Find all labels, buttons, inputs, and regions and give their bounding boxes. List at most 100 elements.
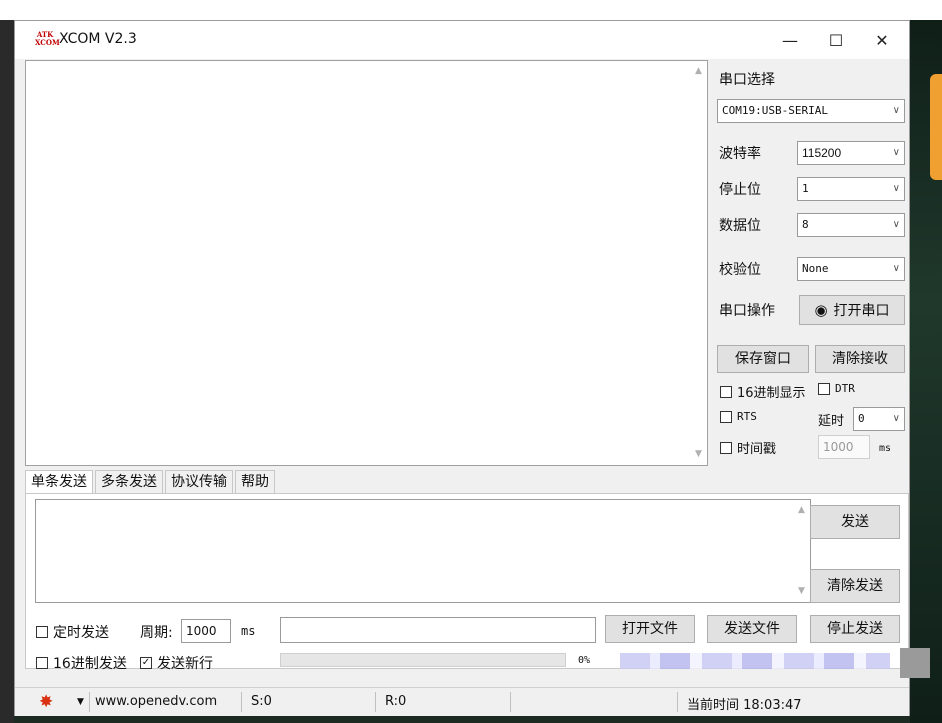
delay-select[interactable]: 0 ∨ <box>853 407 905 431</box>
receive-scrollbar[interactable]: ▲ ▼ <box>690 61 707 465</box>
open-port-button[interactable]: ◉ 打开串口 <box>799 295 905 325</box>
rts-label: RTS <box>737 410 757 423</box>
parity-select-value: None <box>802 262 829 275</box>
send-tabs: 单条发送 多条发送 协议传输 帮助 <box>25 470 277 495</box>
port-select-value: COM19:USB-SERIAL <box>722 104 828 117</box>
hex-send-box[interactable] <box>36 657 48 669</box>
minimize-button[interactable]: — <box>767 21 813 59</box>
close-button[interactable]: ✕ <box>859 21 905 59</box>
tab-single-send[interactable]: 单条发送 <box>25 470 93 495</box>
dtr-label: DTR <box>835 382 855 395</box>
timestamp-box[interactable] <box>720 441 732 454</box>
chevron-down-icon: ∨ <box>892 183 900 194</box>
app-logo-icon: ATK XCOM <box>35 30 60 47</box>
status-bar: ✸ ▼ www.openedv.com S:0 R:0 当前时间 18:03:4… <box>15 687 909 716</box>
tab-protocol[interactable]: 协议传输 <box>165 470 233 493</box>
timestamp-interval-input[interactable]: 1000 <box>818 435 870 459</box>
window-title: XCOM V2.3 <box>59 31 137 47</box>
receive-textarea[interactable]: ▲ ▼ <box>25 60 708 466</box>
rts-checkbox[interactable]: RTS <box>720 410 757 423</box>
period-unit: ms <box>241 624 256 638</box>
clear-receive-button[interactable]: 清除接收 <box>815 345 905 373</box>
scroll-up-icon[interactable]: ▲ <box>690 63 707 80</box>
file-path-input[interactable] <box>280 617 596 643</box>
parity-label: 校验位 <box>719 262 761 278</box>
rts-box[interactable] <box>720 410 732 423</box>
send-button[interactable]: 发送 <box>810 505 900 539</box>
scroll-up-icon[interactable]: ▲ <box>793 502 810 519</box>
timed-send-checkbox[interactable]: 定时发送 <box>36 622 109 642</box>
dropdown-arrow-icon[interactable]: ▼ <box>77 697 84 707</box>
chevron-down-icon: ∨ <box>892 263 900 274</box>
status-separator <box>677 692 678 712</box>
xcom-window: ATK XCOM XCOM V2.3 — ☐ ✕ ▲ ▼ 串口选择 COM19:U… <box>14 20 910 716</box>
databits-label: 数据位 <box>719 218 761 234</box>
hex-send-label: 16进制发送 <box>53 656 127 672</box>
received-count: R:0 <box>385 694 407 709</box>
delay-label: 延时 <box>818 414 845 429</box>
stopbits-select-value: 1 <box>802 182 809 195</box>
clear-send-button[interactable]: 清除发送 <box>810 569 900 603</box>
port-select[interactable]: COM19:USB-SERIAL ∨ <box>717 99 905 123</box>
scroll-down-icon[interactable]: ▼ <box>793 583 810 600</box>
chevron-down-icon: ∨ <box>892 219 900 230</box>
baud-label: 波特率 <box>719 146 761 162</box>
baud-select-value: 115200 <box>802 146 842 160</box>
website-link[interactable]: www.openedv.com <box>95 694 217 709</box>
progress-percent: 0% <box>578 655 591 666</box>
delay-select-value: 0 <box>858 412 865 425</box>
timed-send-box[interactable] <box>36 626 48 638</box>
hex-display-label: 16进制显示 <box>737 386 806 401</box>
timestamp-unit: ms <box>879 443 892 454</box>
baud-select[interactable]: 115200 ∨ <box>797 141 905 165</box>
chevron-down-icon: ∨ <box>892 413 900 424</box>
clock: 当前时间 18:03:47 <box>687 698 802 713</box>
parity-select[interactable]: None ∨ <box>797 257 905 281</box>
hex-send-checkbox[interactable]: 16进制发送 <box>36 653 127 673</box>
dtr-checkbox[interactable]: DTR <box>818 382 855 395</box>
stop-send-button[interactable]: 停止发送 <box>810 615 900 643</box>
send-scrollbar[interactable]: ▲ ▼ <box>793 500 810 602</box>
period-label: 周期: <box>140 625 173 641</box>
hex-display-box[interactable] <box>720 385 732 398</box>
timed-send-label: 定时发送 <box>53 625 109 641</box>
status-separator <box>375 692 376 712</box>
period-input[interactable]: 1000 <box>181 619 231 643</box>
newline-checkbox[interactable]: ✓ 发送新行 <box>140 653 213 673</box>
blurred-overlay <box>620 653 890 669</box>
tab-help[interactable]: 帮助 <box>235 470 275 493</box>
timestamp-checkbox[interactable]: 时间戳 <box>720 438 776 457</box>
port-op-label: 串口操作 <box>719 303 775 319</box>
sent-count: S:0 <box>251 694 272 709</box>
port-select-label: 串口选择 <box>719 72 775 88</box>
save-window-button[interactable]: 保存窗口 <box>717 345 809 373</box>
databits-select-value: 8 <box>802 218 809 231</box>
open-port-button-label: 打开串口 <box>833 303 890 319</box>
chevron-down-icon: ∨ <box>892 147 900 158</box>
stopbits-label: 停止位 <box>719 182 761 198</box>
timestamp-label: 时间戳 <box>737 442 777 457</box>
status-separator <box>510 692 511 712</box>
desktop-top-strip <box>0 0 942 20</box>
side-floating-tab[interactable] <box>930 74 942 180</box>
tab-multi-send[interactable]: 多条发送 <box>95 470 163 493</box>
hex-display-checkbox[interactable]: 16进制显示 <box>720 382 806 401</box>
radio-icon: ◉ <box>814 301 828 319</box>
title-bar[interactable]: ATK XCOM XCOM V2.3 — ☐ ✕ <box>15 21 909 59</box>
gray-overlay-block <box>900 648 930 678</box>
gear-icon[interactable]: ✸ <box>39 692 53 712</box>
status-separator <box>241 692 242 712</box>
stopbits-select[interactable]: 1 ∨ <box>797 177 905 201</box>
chevron-down-icon: ∨ <box>892 105 900 116</box>
send-textarea[interactable]: ▲ ▼ <box>35 499 811 603</box>
status-separator <box>89 692 90 712</box>
dtr-box[interactable] <box>818 382 830 395</box>
send-file-button[interactable]: 发送文件 <box>707 615 797 643</box>
desktop-left-edge <box>0 20 14 723</box>
databits-select[interactable]: 8 ∨ <box>797 213 905 237</box>
maximize-button[interactable]: ☐ <box>813 21 859 59</box>
scroll-down-icon[interactable]: ▼ <box>690 446 707 463</box>
newline-label: 发送新行 <box>157 656 213 672</box>
open-file-button[interactable]: 打开文件 <box>605 615 695 643</box>
newline-box[interactable]: ✓ <box>140 657 152 669</box>
